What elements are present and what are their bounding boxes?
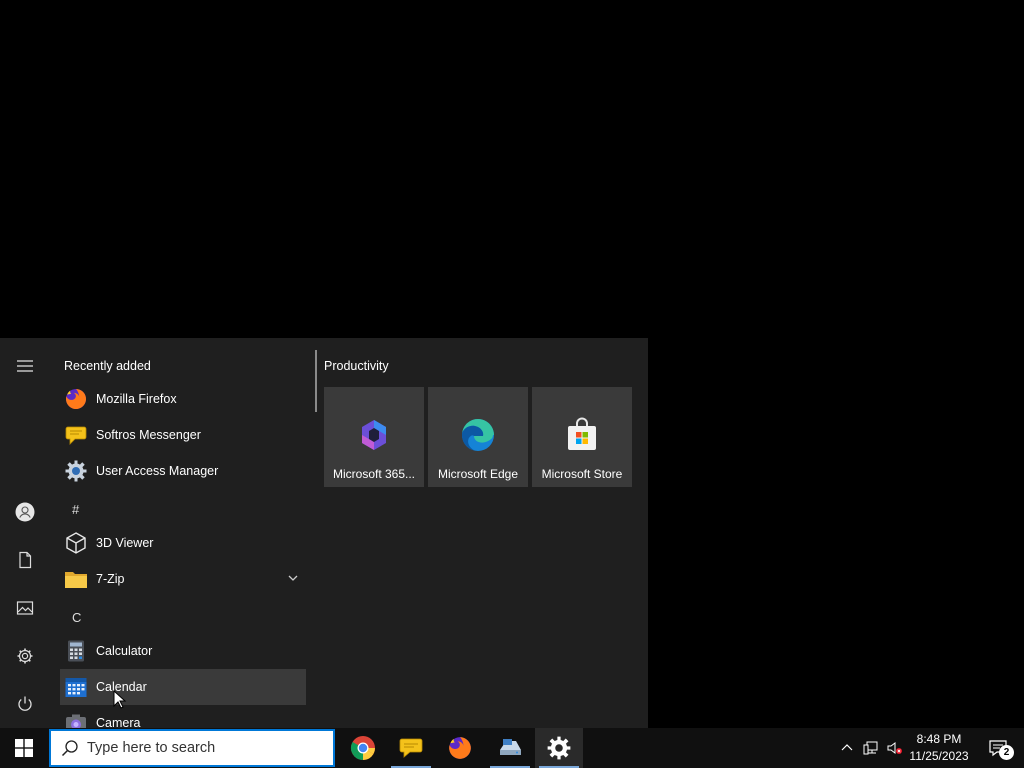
app-label: Softros Messenger: [96, 428, 201, 442]
clock-date: 11/25/2023: [909, 749, 969, 763]
tile-label: Microsoft Store: [541, 467, 623, 481]
tiles-group-title[interactable]: Productivity: [324, 359, 389, 373]
pictures-button[interactable]: [0, 584, 50, 632]
clock[interactable]: 8:48 PM 11/25/2023: [904, 731, 974, 765]
app-label: Calculator: [96, 644, 153, 658]
camera-icon: [64, 711, 88, 728]
gear-icon: [17, 648, 33, 664]
tiles-area: Productivity Microsoft 365... Microsoft …: [324, 338, 644, 728]
expand-menu-button[interactable]: [0, 342, 50, 390]
taskbar-app-softros-messenger[interactable]: [387, 728, 435, 768]
app-label: Mozilla Firefox: [96, 392, 177, 406]
taskbar-app-settings[interactable]: [535, 728, 583, 768]
search-box[interactable]: [49, 729, 335, 767]
app-item-camera[interactable]: Camera: [60, 705, 306, 728]
chevron-up-icon: [841, 744, 853, 751]
volume-button[interactable]: [884, 728, 904, 768]
tile-label: Microsoft Edge: [437, 467, 519, 481]
search-icon: [61, 740, 78, 757]
app-item-user-access-manager[interactable]: User Access Manager: [60, 453, 306, 489]
app-item-7-zip[interactable]: 7-Zip: [60, 561, 306, 597]
network-drive-icon: [500, 739, 521, 755]
tile-label: Microsoft 365...: [332, 467, 416, 481]
firefox-icon: [64, 387, 88, 411]
softros-messenger-icon: [64, 423, 88, 447]
gear-icon: [64, 459, 88, 483]
group-letter-c[interactable]: C: [72, 610, 81, 625]
taskbar-app-firefox[interactable]: [436, 728, 484, 768]
tile-microsoft-store[interactable]: Microsoft Store: [532, 387, 632, 487]
settings-icon: [547, 736, 571, 760]
network-status-button[interactable]: [861, 728, 881, 768]
app-item-calculator[interactable]: Calculator: [60, 633, 306, 669]
user-icon: [15, 502, 35, 522]
app-item-mozilla-firefox[interactable]: Mozilla Firefox: [60, 381, 306, 417]
notification-count-badge: 2: [999, 745, 1014, 760]
group-letter-hash[interactable]: #: [72, 502, 79, 517]
mouse-cursor-icon: [113, 690, 127, 709]
app-item-3d-viewer[interactable]: 3D Viewer: [60, 525, 306, 561]
action-center-button[interactable]: 2: [978, 728, 1018, 768]
documents-button[interactable]: [0, 536, 50, 584]
folder-icon: [64, 567, 88, 591]
show-hidden-icons-button[interactable]: [838, 728, 856, 768]
softros-messenger-icon: [399, 738, 423, 758]
app-item-calendar[interactable]: Calendar: [60, 669, 306, 705]
app-label: Camera: [96, 716, 141, 728]
app-item-softros-messenger[interactable]: Softros Messenger: [60, 417, 306, 453]
document-icon: [19, 551, 32, 569]
calculator-icon: [64, 639, 88, 663]
calendar-icon: [64, 675, 88, 699]
microsoft-365-icon: [362, 420, 386, 450]
start-button[interactable]: [0, 728, 48, 768]
hamburger-icon: [17, 360, 33, 372]
app-label: 7-Zip: [96, 572, 125, 586]
windows-logo-icon: [15, 739, 33, 757]
tile-microsoft-edge[interactable]: Microsoft Edge: [428, 387, 528, 487]
network-icon: [863, 741, 878, 755]
chrome-icon: [350, 736, 375, 760]
power-button[interactable]: [0, 680, 50, 728]
search-input[interactable]: [87, 740, 317, 756]
cube-icon: [64, 531, 88, 555]
edge-icon: [462, 419, 494, 451]
chevron-down-icon[interactable]: [286, 571, 300, 585]
clock-time: 8:48 PM: [916, 732, 962, 746]
settings-button[interactable]: [0, 632, 50, 680]
app-label: 3D Viewer: [96, 536, 154, 550]
start-menu: Recently added Mozilla Firefox Softros M…: [0, 338, 648, 728]
app-list[interactable]: Recently added Mozilla Firefox Softros M…: [50, 338, 314, 728]
app-list-scrollbar[interactable]: [315, 350, 317, 412]
account-button[interactable]: [0, 488, 50, 536]
recently-added-header: Recently added: [64, 359, 151, 373]
volume-muted-icon: [887, 742, 902, 754]
app-label: User Access Manager: [96, 464, 219, 478]
store-icon: [568, 417, 596, 450]
tile-microsoft-365[interactable]: Microsoft 365...: [324, 387, 424, 487]
taskbar-app-network-drive[interactable]: [486, 728, 534, 768]
power-icon: [18, 696, 32, 711]
pictures-icon: [16, 601, 34, 615]
firefox-icon: [449, 737, 471, 759]
start-rail: [0, 338, 50, 728]
taskbar-app-chrome[interactable]: [339, 728, 387, 768]
taskbar: 8:48 PM 11/25/2023 2: [0, 728, 1024, 768]
